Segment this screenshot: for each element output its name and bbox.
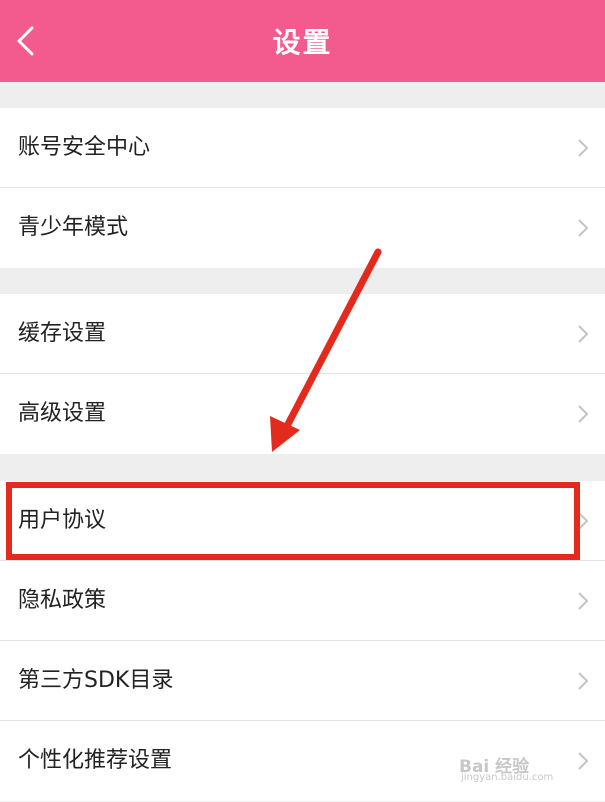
- row-label: 个性化推荐设置: [18, 748, 173, 773]
- settings-row-advanced[interactable]: 高级设置: [0, 374, 605, 454]
- settings-row-personalized-recommendation[interactable]: 个性化推荐设置: [0, 721, 605, 801]
- settings-row-third-party-sdk[interactable]: 第三方SDK目录: [0, 641, 605, 721]
- chevron-right-icon: [577, 751, 589, 771]
- settings-group-account: 账号安全中心 青少年模式: [0, 108, 605, 268]
- chevron-right-icon: [577, 671, 589, 691]
- settings-row-account-security[interactable]: 账号安全中心: [0, 108, 605, 188]
- settings-row-privacy-policy[interactable]: 隐私政策: [0, 561, 605, 641]
- row-label: 账号安全中心: [18, 135, 151, 160]
- settings-group-legal: 用户协议 隐私政策 第三方SDK目录 个性化推荐设置: [0, 481, 605, 801]
- settings-group-storage: 缓存设置 高级设置: [0, 294, 605, 454]
- chevron-right-icon: [577, 138, 589, 158]
- chevron-right-icon: [577, 591, 589, 611]
- chevron-right-icon: [577, 511, 589, 531]
- header-bar: 设置: [0, 0, 605, 82]
- row-label: 青少年模式: [18, 215, 129, 240]
- chevron-right-icon: [577, 404, 589, 424]
- row-label: 用户协议: [18, 508, 107, 533]
- row-label: 高级设置: [18, 401, 107, 426]
- chevron-right-icon: [577, 324, 589, 344]
- row-label: 缓存设置: [18, 321, 107, 346]
- row-label: 第三方SDK目录: [18, 668, 174, 693]
- settings-row-cache[interactable]: 缓存设置: [0, 294, 605, 374]
- row-label: 隐私政策: [18, 588, 107, 613]
- chevron-right-icon: [577, 218, 589, 238]
- settings-row-youth-mode[interactable]: 青少年模式: [0, 188, 605, 268]
- page-title: 设置: [272, 26, 333, 59]
- settings-row-user-agreement[interactable]: 用户协议: [0, 481, 605, 561]
